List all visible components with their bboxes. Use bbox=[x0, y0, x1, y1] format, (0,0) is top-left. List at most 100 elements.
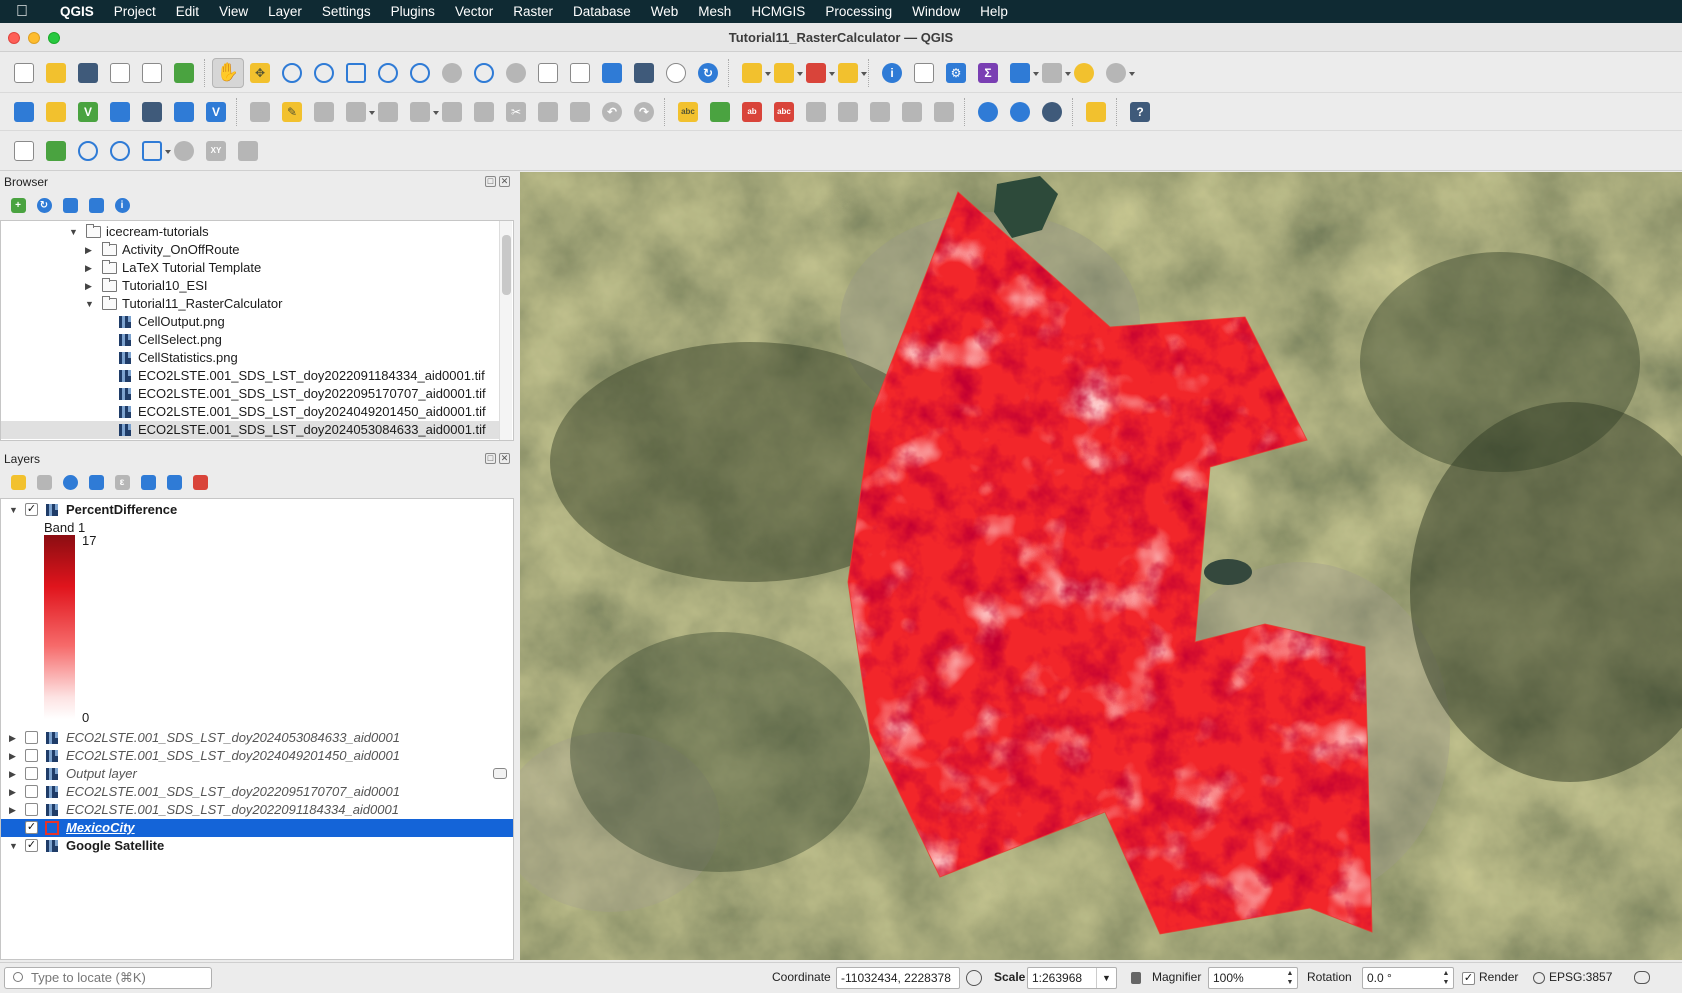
browser-scrollbar[interactable] bbox=[499, 221, 512, 440]
new-print-layout-button[interactable] bbox=[104, 58, 136, 88]
layer-item[interactable]: ▶ ECO2LSTE.001_SDS_LST_doy2022095170707_… bbox=[1, 783, 513, 801]
select-by-value-button[interactable] bbox=[768, 58, 803, 88]
toolbox-button[interactable]: ⚙ bbox=[940, 58, 972, 88]
tree-item-file[interactable]: CellOutput.png bbox=[1, 313, 501, 331]
tree-item-file[interactable]: ECO2LSTE.001_SDS_LST_doy2024049201450_ai… bbox=[1, 403, 501, 421]
menu-vector[interactable]: Vector bbox=[445, 0, 503, 23]
identify-features-button[interactable]: i bbox=[876, 58, 908, 88]
web-globe-button[interactable] bbox=[168, 136, 200, 166]
zoom-full-button[interactable] bbox=[340, 58, 372, 88]
tree-item-file[interactable]: CellSelect.png bbox=[1, 331, 501, 349]
change-label-button[interactable] bbox=[896, 97, 928, 127]
layer-diagram-button[interactable] bbox=[704, 97, 736, 127]
chevron-down-icon[interactable]: ▼ bbox=[9, 501, 19, 519]
pin-labels-button[interactable]: ab bbox=[736, 97, 768, 127]
layer-item[interactable]: ▶ ECO2LSTE.001_SDS_LST_doy2024053084633_… bbox=[1, 729, 513, 747]
chevron-down-icon[interactable]: ▼ bbox=[9, 837, 19, 855]
current-edits-button[interactable] bbox=[244, 97, 276, 127]
tree-item-file[interactable]: ECO2LSTE.001_SDS_LST_doy2022095170707_ai… bbox=[1, 385, 501, 403]
chevron-down-icon[interactable]: ▼ bbox=[85, 295, 95, 313]
zoom-out-button[interactable] bbox=[308, 58, 340, 88]
label-properties-button[interactable] bbox=[928, 97, 960, 127]
layout-manager-button[interactable] bbox=[136, 58, 168, 88]
remove-layer-button[interactable] bbox=[188, 471, 212, 493]
browser-properties-button[interactable]: i bbox=[110, 194, 134, 216]
spinner-arrows-icon[interactable]: ▲ ▼ bbox=[1440, 969, 1452, 987]
menu-layer[interactable]: Layer bbox=[258, 0, 312, 23]
modify-attributes-button[interactable] bbox=[436, 97, 468, 127]
locator-search-button[interactable] bbox=[1100, 58, 1135, 88]
refresh-button[interactable]: ↻ bbox=[692, 58, 724, 88]
menu-app-qgis[interactable]: QGIS bbox=[50, 0, 104, 23]
render-checkbox[interactable]: ✓ bbox=[1462, 972, 1475, 985]
paste-features-button[interactable] bbox=[564, 97, 596, 127]
layer-visibility-checkbox[interactable] bbox=[25, 749, 38, 762]
chevron-right-icon[interactable]: ▶ bbox=[9, 747, 19, 765]
tree-item-file[interactable]: ECO2LSTE.001_SDS_LST_doy2022091184334_ai… bbox=[1, 367, 501, 385]
tree-item-folder[interactable]: ▶ Activity_OnOffRoute bbox=[1, 241, 501, 259]
add-raster-layer-button[interactable] bbox=[168, 97, 200, 127]
layer-visibility-checkbox[interactable]: ✓ bbox=[25, 839, 38, 852]
highlight-pinned-labels-button[interactable]: abc bbox=[768, 97, 800, 127]
menu-window[interactable]: Window bbox=[902, 0, 970, 23]
delete-selected-button[interactable] bbox=[468, 97, 500, 127]
attribute-table-button[interactable] bbox=[908, 58, 940, 88]
layer-item[interactable]: ▼ ✓ PercentDifference bbox=[1, 501, 513, 519]
coordinate-field[interactable]: -11032434, 2228378 bbox=[836, 967, 960, 989]
layer-visibility-checkbox[interactable] bbox=[25, 803, 38, 816]
zoom-to-selection-button[interactable] bbox=[372, 58, 404, 88]
manage-map-themes-button[interactable] bbox=[58, 471, 82, 493]
float-panel-icon[interactable]: □ bbox=[485, 453, 496, 464]
layer-item-selected[interactable]: ✓ MexicoCity bbox=[1, 819, 513, 837]
messages-icon[interactable] bbox=[1634, 971, 1650, 984]
tree-item-folder[interactable]: ▶ Tutorial10_ESI bbox=[1, 277, 501, 295]
layer-visibility-checkbox[interactable] bbox=[25, 767, 38, 780]
menu-database[interactable]: Database bbox=[563, 0, 641, 23]
vertex-tool-button[interactable] bbox=[404, 97, 439, 127]
show-bookmarks-button[interactable] bbox=[628, 58, 660, 88]
menu-plugins[interactable]: Plugins bbox=[381, 0, 445, 23]
zoom-in-button[interactable] bbox=[276, 58, 308, 88]
filter-legend-button[interactable] bbox=[84, 471, 108, 493]
new-virtual-layer-button[interactable] bbox=[136, 97, 168, 127]
layer-item[interactable]: ▶ ECO2LSTE.001_SDS_LST_doy2024049201450_… bbox=[1, 747, 513, 765]
new-layout-button[interactable] bbox=[8, 136, 40, 166]
globe-plugin-button-2[interactable] bbox=[1004, 97, 1036, 127]
menu-raster[interactable]: Raster bbox=[503, 0, 563, 23]
select-location-button[interactable] bbox=[832, 58, 867, 88]
python-console-button[interactable] bbox=[1080, 97, 1112, 127]
close-panel-icon[interactable]: ✕ bbox=[499, 453, 510, 464]
save-project-button[interactable] bbox=[72, 58, 104, 88]
add-group-button[interactable] bbox=[32, 471, 56, 493]
menu-edit[interactable]: Edit bbox=[166, 0, 209, 23]
help-button[interactable]: ? bbox=[1124, 97, 1156, 127]
new-scratch-layer-button[interactable] bbox=[104, 97, 136, 127]
redo-button[interactable]: ↷ bbox=[628, 97, 660, 127]
digitize-line-button[interactable] bbox=[340, 97, 375, 127]
chevron-right-icon[interactable]: ▶ bbox=[9, 783, 19, 801]
scale-field[interactable]: 1:263968 ▼ bbox=[1027, 967, 1117, 989]
globe-plugin-button-1[interactable] bbox=[972, 97, 1004, 127]
toggle-editing-button[interactable]: ✎ bbox=[276, 97, 308, 127]
menu-project[interactable]: Project bbox=[104, 0, 166, 23]
map-canvas[interactable] bbox=[520, 172, 1682, 960]
layer-visibility-checkbox[interactable] bbox=[25, 731, 38, 744]
close-panel-icon[interactable]: ✕ bbox=[499, 176, 510, 187]
new-project-button[interactable] bbox=[8, 58, 40, 88]
new-geopackage-layer-button[interactable] bbox=[40, 97, 72, 127]
layer-item[interactable]: ▼ ✓ Google Satellite bbox=[1, 837, 513, 855]
zoom-native-button[interactable] bbox=[436, 58, 468, 88]
rotation-field[interactable]: 0.0 ° ▲ ▼ bbox=[1362, 967, 1454, 989]
menu-view[interactable]: View bbox=[209, 0, 258, 23]
rotate-label-button[interactable] bbox=[864, 97, 896, 127]
chevron-right-icon[interactable]: ▶ bbox=[85, 259, 95, 277]
zoom-to-layer-button[interactable] bbox=[404, 58, 436, 88]
tree-item-folder[interactable]: ▶ LaTeX Tutorial Template bbox=[1, 259, 501, 277]
chevron-right-icon[interactable]: ▶ bbox=[85, 277, 95, 295]
layer-labeling-button[interactable]: abc bbox=[672, 97, 704, 127]
locator-search-input[interactable]: Type to locate (⌘K) bbox=[4, 967, 212, 989]
statistical-summary-button[interactable]: Σ bbox=[972, 58, 1004, 88]
zoom-next-button[interactable] bbox=[500, 58, 532, 88]
new-3d-view-button[interactable] bbox=[564, 58, 596, 88]
spinner-arrows-icon[interactable]: ▲ ▼ bbox=[1284, 969, 1296, 987]
